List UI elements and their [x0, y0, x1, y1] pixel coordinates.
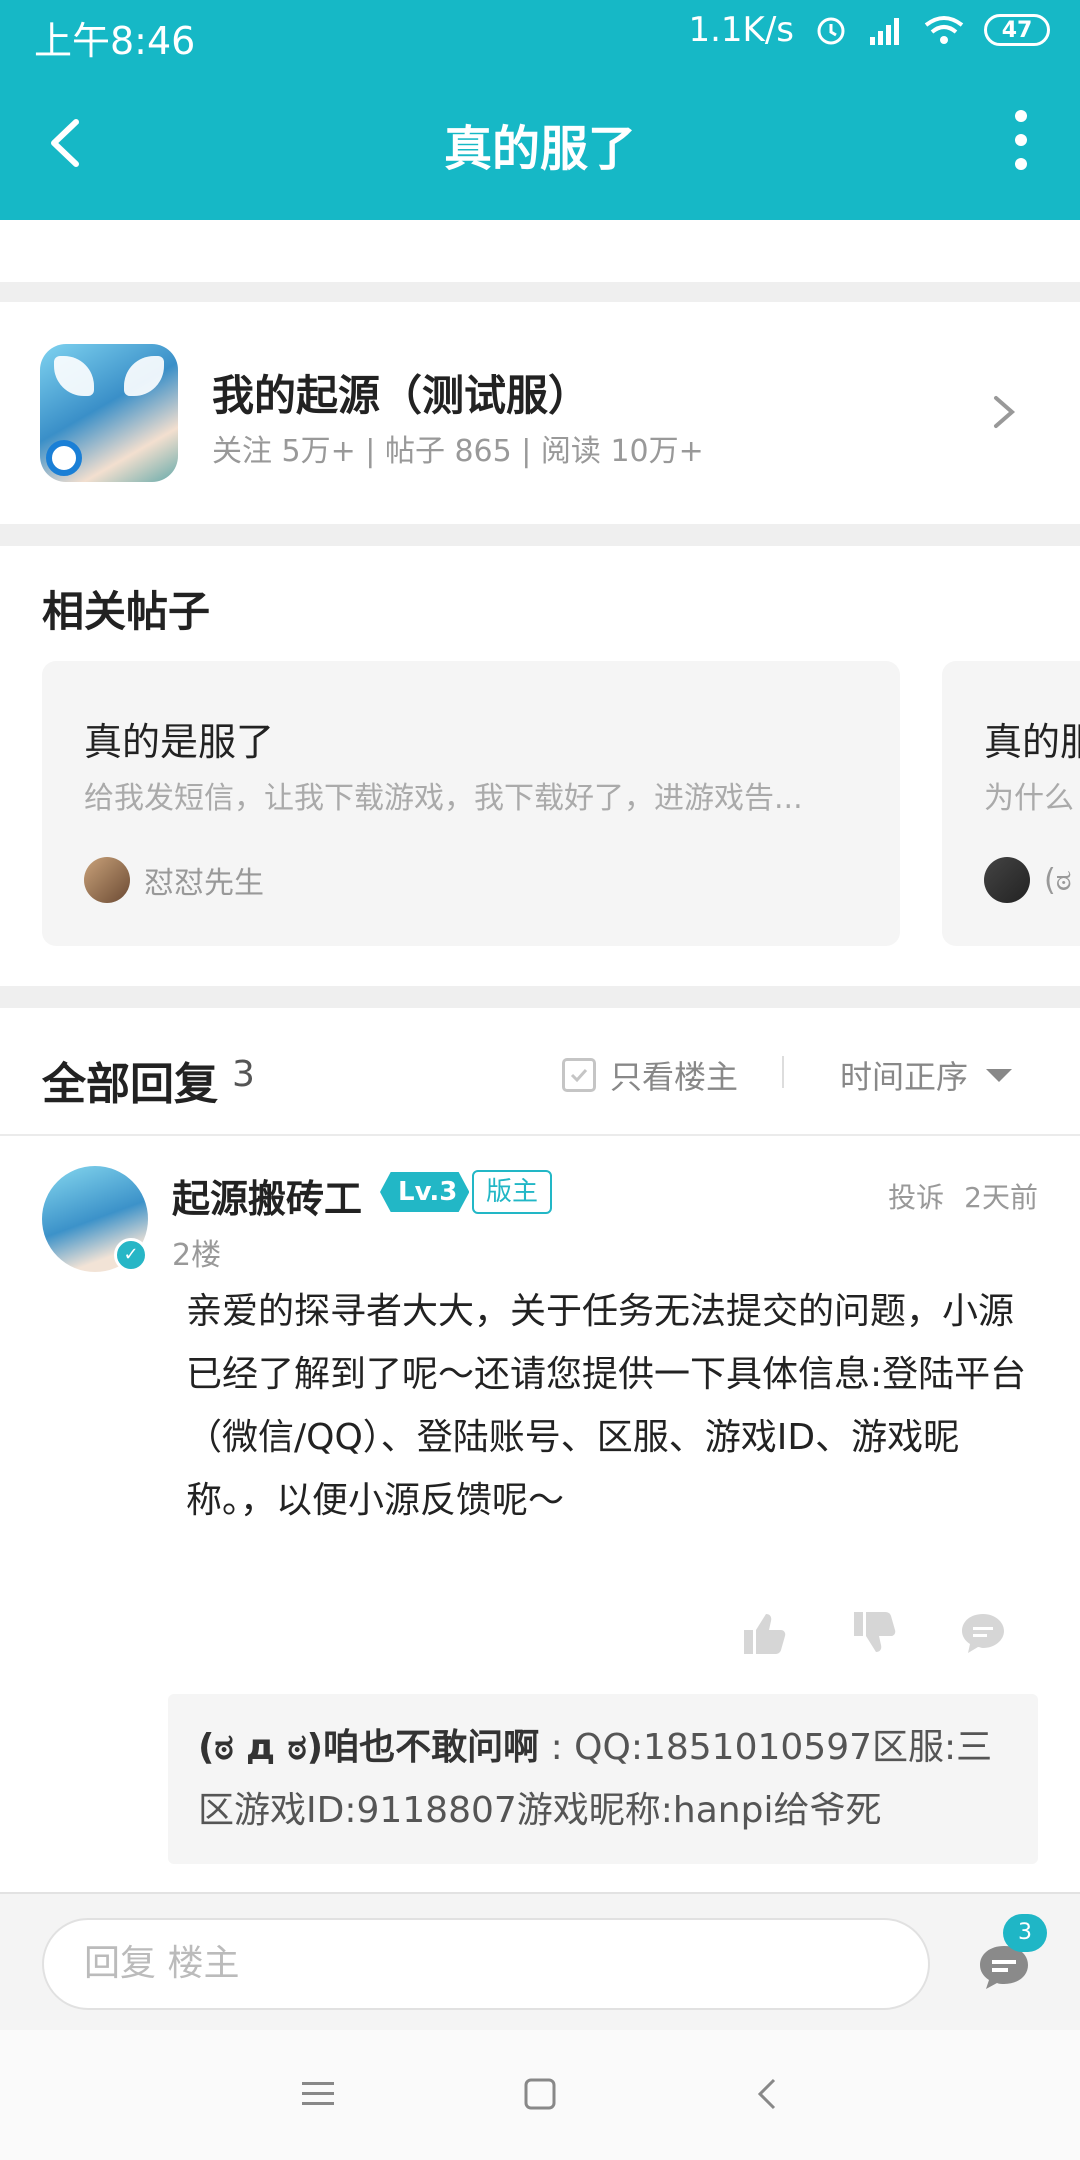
reply-input-bar: 回复 楼主 3 — [0, 1892, 1080, 2030]
back-arrow-icon[interactable] — [40, 116, 94, 170]
related-post-author: (ಠ — [984, 857, 1072, 903]
comment-count-badge: 3 — [1003, 1914, 1047, 1952]
report-link[interactable]: 投诉 — [888, 1176, 944, 1216]
forum-name: 我的起源（测试服） — [212, 371, 591, 420]
author-name: (ಠ — [1044, 862, 1072, 898]
avatar — [84, 857, 130, 903]
checkbox-icon — [562, 1058, 596, 1092]
replies-count: 3 — [232, 1054, 255, 1095]
related-post-author: 怼怼先生 — [84, 857, 264, 903]
related-posts-section: 相关帖子 真的是服了 给我发短信，让我下载游戏，我下载好了，进游戏告... 怼怼… — [0, 546, 1080, 986]
reply-input[interactable]: 回复 楼主 — [42, 1918, 930, 2010]
related-post-excerpt: 为什么 — [984, 781, 1074, 816]
back-icon[interactable] — [748, 2074, 788, 2114]
tencent-logo-icon — [46, 440, 82, 476]
related-post-excerpt: 给我发短信，让我下载游戏，我下载好了，进游戏告... — [84, 781, 803, 816]
nav-bar: 真的服了 — [0, 68, 1080, 220]
home-icon[interactable] — [520, 2074, 560, 2114]
sort-order-dropdown[interactable]: 时间正序 — [840, 1052, 1013, 1098]
wifi-icon — [924, 16, 964, 44]
separator — [782, 1056, 784, 1088]
avatar — [984, 857, 1030, 903]
reply-username[interactable]: 起源搬砖工 — [172, 1168, 362, 1223]
owner-only-toggle[interactable]: 只看楼主 — [562, 1052, 738, 1098]
more-options-icon[interactable] — [1014, 110, 1028, 170]
related-post-card[interactable]: 真的服 为什么 (ಠ — [942, 661, 1080, 946]
sub-reply-author[interactable]: (ಠ д ಠ)咱也不敢问啊 — [198, 1727, 539, 1768]
divider — [0, 524, 1080, 546]
role-badge: 版主 — [472, 1170, 553, 1214]
related-post-title: 真的服 — [984, 720, 1080, 764]
status-bar: 上午8:46 1.1K/s 47 — [0, 0, 1080, 68]
forum-stats: 关注 5万+ | 帖子 865 | 阅读 10万+ — [212, 434, 704, 469]
status-icons: 1.1K/s 47 — [688, 10, 1050, 50]
alarm-icon — [817, 17, 845, 45]
page-title: 真的服了 — [443, 121, 636, 177]
author-name: 怼怼先生 — [144, 866, 264, 901]
related-post-card[interactable]: 真的是服了 给我发短信，让我下载游戏，我下载好了，进游戏告... 怼怼先生 — [42, 661, 900, 946]
reply-meta: 投诉 2天前 — [888, 1176, 1038, 1216]
signal-icon — [870, 18, 899, 45]
status-time: 上午8:46 — [34, 19, 196, 63]
top-bar: 上午8:46 1.1K/s 47 真的服了 — [0, 0, 1080, 220]
verified-badge-icon: ✓ — [114, 1238, 148, 1272]
forum-avatar — [40, 344, 178, 482]
divider — [0, 986, 1080, 1008]
replies-label: 全部回复 — [42, 1059, 218, 1110]
thumbs-up-icon[interactable] — [738, 1608, 788, 1658]
system-nav-bar — [0, 2030, 1080, 2160]
thumbs-down-icon[interactable] — [848, 1608, 898, 1658]
divider — [0, 282, 1080, 302]
level-badge: Lv.3 — [380, 1172, 470, 1212]
replies-header: 全部回复 3 只看楼主 时间正序 — [0, 1008, 1080, 1136]
reply-time: 2天前 — [964, 1181, 1038, 1214]
menu-icon[interactable] — [298, 2074, 338, 2114]
dropdown-arrow-icon — [986, 1068, 1013, 1082]
sort-order-label: 时间正序 — [840, 1058, 969, 1096]
comment-icon[interactable] — [958, 1608, 1008, 1658]
reply-body: 亲爱的探寻者大大，关于任务无法提交的问题，小源已经了解到了呢～还请您提供一下具体… — [186, 1291, 1027, 1521]
reply-item: ✓ 起源搬砖工 Lv.3 版主 投诉 2天前 2楼 亲爱的探寻者大大，关于任务无… — [0, 1138, 1080, 1890]
sub-reply[interactable]: (ಠ д ಠ)咱也不敢问啊 : QQ:1851010597区服:三区游戏ID:9… — [168, 1694, 1038, 1864]
owner-only-label: 只看楼主 — [610, 1058, 739, 1096]
related-heading: 相关帖子 — [42, 587, 211, 636]
network-speed: 1.1K/s — [688, 10, 794, 50]
floor-number: 2楼 — [172, 1238, 222, 1273]
chevron-right-icon — [994, 396, 1016, 428]
battery-indicator: 47 — [984, 14, 1050, 46]
forum-card[interactable]: 我的起源（测试服） 关注 5万+ | 帖子 865 | 阅读 10万+ — [0, 302, 1080, 524]
related-post-title: 真的是服了 — [84, 720, 275, 764]
